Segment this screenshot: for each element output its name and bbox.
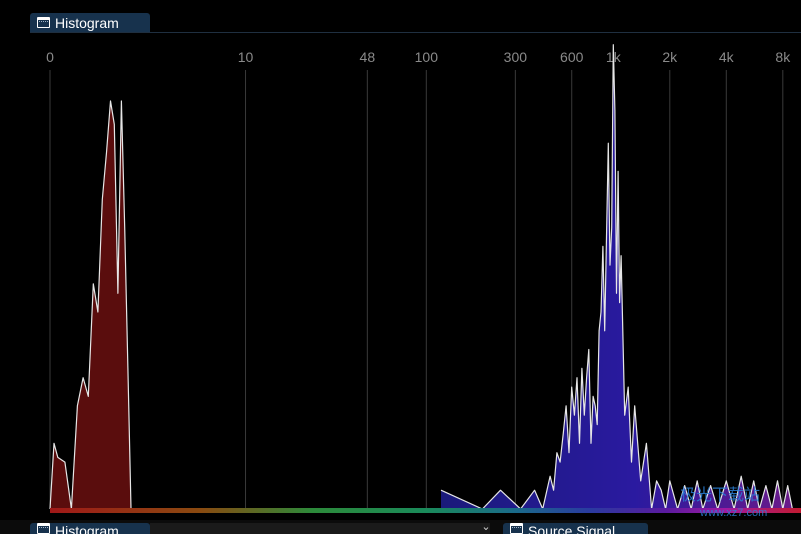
spectrum-bar <box>50 508 801 513</box>
tick-label: 100 <box>415 49 439 65</box>
window-icon <box>37 523 50 534</box>
tick-label: 4k <box>719 49 735 65</box>
histogram-curves <box>49 44 793 510</box>
histogram-area <box>50 101 150 509</box>
tick-label: 48 <box>360 49 376 65</box>
tick-label: 600 <box>560 49 584 65</box>
tick-label: 300 <box>504 49 528 65</box>
tab-histogram-bottom[interactable]: Histogram <box>30 523 150 534</box>
bottom-panel-header <box>150 523 490 534</box>
histogram-chart: 010481003006001k2k4k8k <box>46 44 801 513</box>
tab-source-signal-label: Source Signal <box>528 523 616 534</box>
tab-source-signal[interactable]: Source Signal <box>503 523 648 534</box>
tick-labels: 010481003006001k2k4k8k <box>46 49 791 65</box>
histogram-app: Histogram 010481003006001k2k4k8k <box>0 0 801 534</box>
histogram-areas <box>50 44 793 509</box>
tick-label: 10 <box>238 49 254 65</box>
tick-label: 8k <box>775 49 791 65</box>
tick-label: 0 <box>46 49 54 65</box>
tab-histogram-bottom-label: Histogram <box>55 523 119 534</box>
tick-label: 2k <box>662 49 678 65</box>
gridlines <box>49 70 784 509</box>
collapse-chevron-icon[interactable]: ⌄ <box>478 521 494 534</box>
window-icon <box>510 523 523 534</box>
